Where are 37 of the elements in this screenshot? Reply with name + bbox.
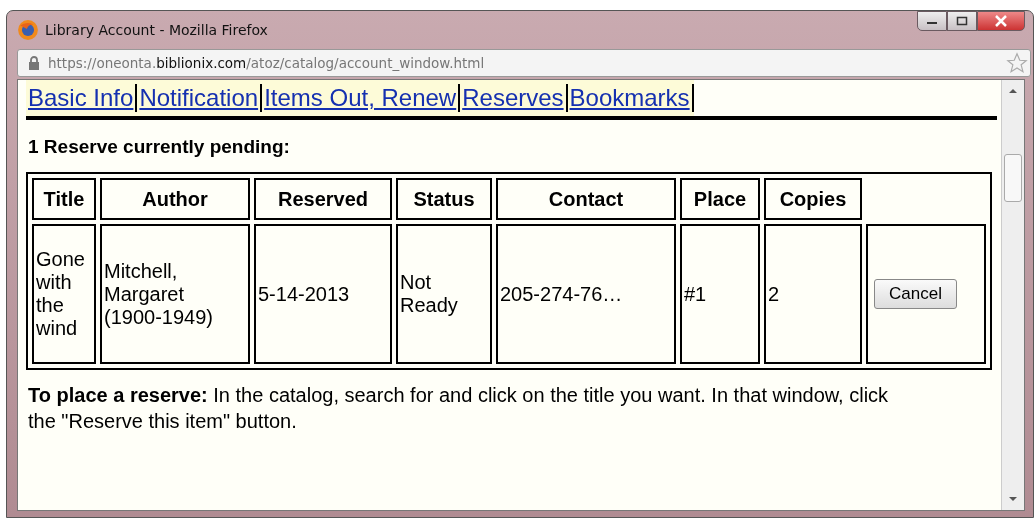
scroll-up-icon[interactable] [1008,88,1018,94]
column-header: Copies [764,178,862,220]
window-title: Library Account - Mozilla Firefox [45,22,268,38]
column-header: Title [32,178,96,220]
table-cell: Not Ready [396,224,492,364]
cancel-button[interactable]: Cancel [874,279,957,309]
table-cell: #1 [680,224,760,364]
table-cell: 205-274-76… [496,224,676,364]
tab-link[interactable]: Notification [137,84,263,112]
tab-link[interactable]: Bookmarks [567,84,694,112]
section-heading: 1 Reserve currently pending: [28,136,291,158]
column-header: Reserved [254,178,392,220]
instruction-text: To place a reserve: In the catalog, search for and click on the title you want. In that window, click the "Reserve this item" button. [28,383,890,434]
address-bar[interactable]: https://oneonta.biblionix.com/atoz/catalog/account_window.html [17,49,1031,77]
minimize-button[interactable] [917,11,947,31]
table-cell: Gone with the wind [32,224,96,364]
column-header: Author [100,178,250,220]
column-header: Status [396,178,492,220]
scrollbar[interactable] [1001,80,1024,510]
firefox-icon [17,19,39,41]
close-button[interactable] [977,11,1025,31]
close-icon [994,15,1008,27]
scroll-thumb[interactable] [1004,154,1022,202]
tab-link[interactable]: Items Out, Renew [262,84,461,112]
table-cell: Mitchell, Margaret (1900-1949) [100,224,250,364]
tab-link[interactable]: Reserves [460,84,568,112]
star-icon[interactable] [1006,52,1028,74]
table-cell: 2 [764,224,862,364]
lock-icon [28,56,40,70]
column-header: Place [680,178,760,220]
scroll-down-icon[interactable] [1008,496,1018,502]
maximize-button[interactable] [947,11,977,31]
tab-link[interactable]: Basic Info [26,84,138,112]
table-cell: 5-14-2013 [254,224,392,364]
url-text: https://oneonta.biblionix.com/atoz/catalog/account_window.html [48,55,485,71]
column-header: Contact [496,178,676,220]
maximize-icon [956,16,968,26]
